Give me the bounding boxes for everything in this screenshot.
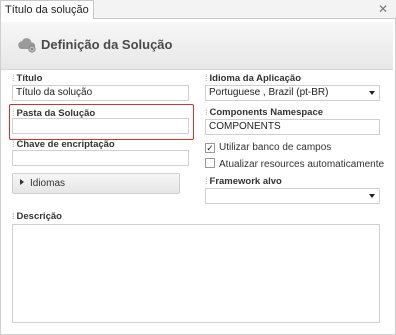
chevron-down-icon xyxy=(369,194,375,198)
idioma-select[interactable]: Portuguese , Brazil (pt-BR) xyxy=(205,85,380,101)
resources-checkbox-label: Atualizar resources automaticamente xyxy=(219,159,385,170)
field-marker-icon: ⁞ xyxy=(12,108,15,118)
title-bar: Título da solução ✕ xyxy=(0,0,396,19)
pasta-input[interactable] xyxy=(12,118,189,134)
idioma-label: ⁞ Idioma da Aplicação xyxy=(205,73,301,84)
field-marker-icon: ⁞ xyxy=(205,176,208,186)
expand-arrow-icon xyxy=(20,179,24,185)
dialog-window: Título da solução ✕ Definição da Solução… xyxy=(0,0,396,335)
framework-select[interactable] xyxy=(205,188,380,204)
idioma-label-text: Idioma da Aplicação xyxy=(209,73,302,84)
banco-checkbox[interactable]: ✓ xyxy=(205,143,215,153)
idioma-select-value: Portuguese , Brazil (pt-BR) xyxy=(209,87,329,98)
namespace-input[interactable]: COMPONENTS xyxy=(205,119,380,135)
titulo-input[interactable]: Título da solução xyxy=(12,85,189,101)
window-tab-title: Título da solução xyxy=(5,4,89,16)
cloud-gear-icon xyxy=(18,38,36,53)
field-marker-icon: ⁞ xyxy=(205,73,208,83)
framework-label: ⁞ Framework alvo xyxy=(205,176,282,187)
titulo-label: ⁞ Título xyxy=(12,73,42,84)
descricao-label: ⁞ Descrição xyxy=(12,211,62,222)
resources-checkbox-row[interactable]: Atualizar resources automaticamente xyxy=(205,158,384,170)
page-title: Definição da Solução xyxy=(41,37,173,52)
chevron-down-icon xyxy=(369,91,375,95)
close-icon: ✕ xyxy=(377,2,389,16)
field-marker-icon: ⁞ xyxy=(12,139,15,149)
descricao-textarea[interactable] xyxy=(12,224,380,323)
namespace-label: ⁞ Components Namespace xyxy=(205,107,323,118)
resources-checkbox[interactable] xyxy=(205,158,215,168)
idiomas-button-label: Idiomas xyxy=(30,178,66,189)
close-button[interactable]: ✕ xyxy=(376,1,390,17)
banco-checkbox-label: Utilizar banco de campos xyxy=(219,142,332,153)
field-marker-icon: ⁞ xyxy=(12,211,15,221)
chave-label: ⁞ Chave de encriptação xyxy=(12,139,115,150)
chave-label-text: Chave de encriptação xyxy=(16,139,115,150)
titulo-label-text: Título xyxy=(16,73,43,84)
field-marker-icon: ⁞ xyxy=(12,73,15,83)
window-tab[interactable]: Título da solução xyxy=(0,0,94,19)
section-header: Definição da Solução xyxy=(1,22,393,70)
namespace-label-text: Components Namespace xyxy=(209,107,324,118)
idiomas-expander-button[interactable]: Idiomas xyxy=(12,173,180,194)
descricao-label-text: Descrição xyxy=(16,211,62,222)
framework-label-text: Framework alvo xyxy=(209,176,282,187)
chave-input[interactable] xyxy=(12,150,189,166)
field-marker-icon: ⁞ xyxy=(205,107,208,117)
banco-checkbox-row[interactable]: ✓ Utilizar banco de campos xyxy=(205,142,331,153)
